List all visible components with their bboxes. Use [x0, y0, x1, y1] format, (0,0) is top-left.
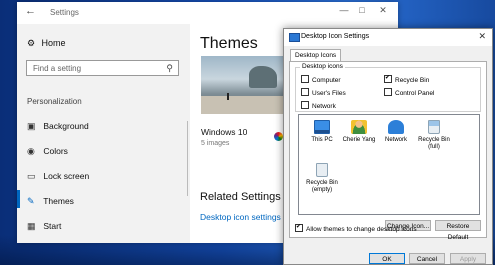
checkbox-box: [301, 88, 309, 96]
image-icon: ▣: [27, 121, 36, 131]
settings-titlebar: ← Settings — □ ✕: [17, 2, 398, 24]
selection-indicator: [17, 190, 20, 208]
search-icon: ⚲: [166, 63, 173, 73]
sidebar-item-themes[interactable]: ✎ Themes: [27, 196, 74, 207]
home-label: Home: [41, 38, 66, 48]
desktop-icon-settings-link[interactable]: Desktop icon settings: [200, 212, 281, 222]
checkbox-box: [384, 74, 392, 83]
checkbox-label: User's Files: [312, 90, 346, 97]
desktop-icons-group: Desktop icons Computer Recycle Bin User'…: [295, 63, 481, 112]
list-item-label: Cherie Yang: [342, 137, 376, 143]
allow-themes-checkbox[interactable]: Allow themes to change desktop icons: [295, 223, 417, 234]
restore-default-button[interactable]: Restore Default: [435, 220, 481, 241]
back-arrow-icon[interactable]: ←: [25, 5, 36, 17]
checkbox-box: [301, 101, 309, 109]
maximize-icon[interactable]: □: [351, 5, 373, 15]
checkbox-label: Allow themes to change desktop icons: [306, 226, 417, 233]
sidebar-item-label: Start: [43, 221, 62, 231]
gear-icon: ⚙: [27, 38, 36, 48]
search-placeholder: Find a setting: [33, 64, 82, 73]
list-item-label: Network: [384, 137, 407, 143]
checkbox-label: Recycle Bin: [395, 77, 430, 84]
theme-preview-image[interactable]: [201, 56, 285, 114]
settings-window-title: Settings: [50, 8, 79, 17]
preview-person: [227, 93, 229, 100]
page-title: Themes: [200, 35, 258, 52]
dialog-titlebar: Desktop Icon Settings ✕: [284, 29, 492, 46]
checkbox-label: Network: [312, 103, 336, 110]
network-checkbox[interactable]: Network: [301, 101, 336, 111]
users-files-checkbox[interactable]: User's Files: [301, 88, 346, 98]
list-item[interactable]: Recycle Bin (full): [416, 120, 452, 151]
close-icon[interactable]: ✕: [478, 31, 486, 42]
control-panel-checkbox[interactable]: Control Panel: [384, 88, 434, 98]
home-nav-item[interactable]: ⚙ Home: [27, 38, 66, 49]
list-item-label: Recycle Bin (full): [418, 137, 450, 150]
list-item-label: This PC: [311, 137, 333, 143]
tab-panel: Desktop icons Computer Recycle Bin User'…: [289, 61, 487, 241]
computer-checkbox[interactable]: Computer: [301, 75, 341, 85]
network-icon: [388, 120, 404, 134]
theme-name: Windows 10: [201, 127, 248, 137]
monitor-icon: ▭: [27, 171, 36, 181]
close-icon[interactable]: ✕: [372, 5, 394, 16]
group-label: Desktop icons: [300, 63, 345, 70]
dialog-title: Desktop Icon Settings: [301, 33, 370, 40]
sidebar-item-label: Colors: [43, 146, 68, 156]
apply-button[interactable]: Apply: [450, 253, 486, 264]
sidebar-item-label: Background: [43, 121, 89, 131]
palette-icon: ◉: [27, 146, 35, 156]
cancel-button[interactable]: Cancel: [409, 253, 445, 264]
color-wheel-icon: [274, 132, 283, 141]
sidebar-item-start[interactable]: ▦ Start: [27, 221, 61, 232]
checkbox-box: [384, 88, 392, 96]
sidebar-item-lock-screen[interactable]: ▭ Lock screen: [27, 171, 89, 182]
sidebar-item-label: Lock screen: [43, 171, 90, 181]
checkbox-box: [295, 223, 303, 232]
recycle-bin-checkbox[interactable]: Recycle Bin: [384, 74, 430, 85]
desktop-icon-settings-dialog: Desktop Icon Settings ✕ Desktop Icons De…: [283, 28, 493, 265]
settings-sidebar: ⚙ Home Find a setting ⚲ Personalization …: [17, 24, 190, 243]
sidebar-item-label: Themes: [43, 196, 74, 206]
scrollbar[interactable]: [187, 121, 188, 196]
list-item-label: Recycle Bin (empty): [306, 180, 338, 193]
section-heading: Personalization: [27, 97, 82, 106]
computer-icon: [314, 120, 330, 134]
desktop-icon: [289, 33, 300, 42]
ok-button[interactable]: OK: [369, 253, 405, 264]
preview-rock: [249, 66, 277, 88]
checkbox-box: [301, 75, 309, 83]
user-folder-icon: [351, 120, 367, 134]
list-item[interactable]: Network: [378, 120, 414, 144]
start-grid-icon: ▦: [27, 221, 36, 231]
list-item[interactable]: This PC: [304, 120, 340, 144]
recycle-bin-empty-icon: [316, 163, 328, 177]
theme-image-count: 5 images: [201, 140, 230, 147]
sidebar-item-colors[interactable]: ◉ Colors: [27, 146, 68, 157]
brush-icon: ✎: [27, 196, 35, 206]
search-input[interactable]: Find a setting ⚲: [26, 60, 179, 76]
list-item[interactable]: Cherie Yang: [341, 120, 377, 144]
checkbox-label: Computer: [312, 77, 341, 84]
desktop-icon-list[interactable]: This PC Cherie Yang Network Recycle Bin …: [298, 114, 480, 215]
list-item[interactable]: Recycle Bin (empty): [304, 163, 340, 194]
preview-beach: [201, 96, 285, 114]
recycle-bin-full-icon: [428, 120, 440, 134]
checkbox-label: Control Panel: [395, 90, 435, 97]
related-settings-heading: Related Settings: [200, 191, 281, 203]
sidebar-item-background[interactable]: ▣ Background: [27, 121, 89, 132]
